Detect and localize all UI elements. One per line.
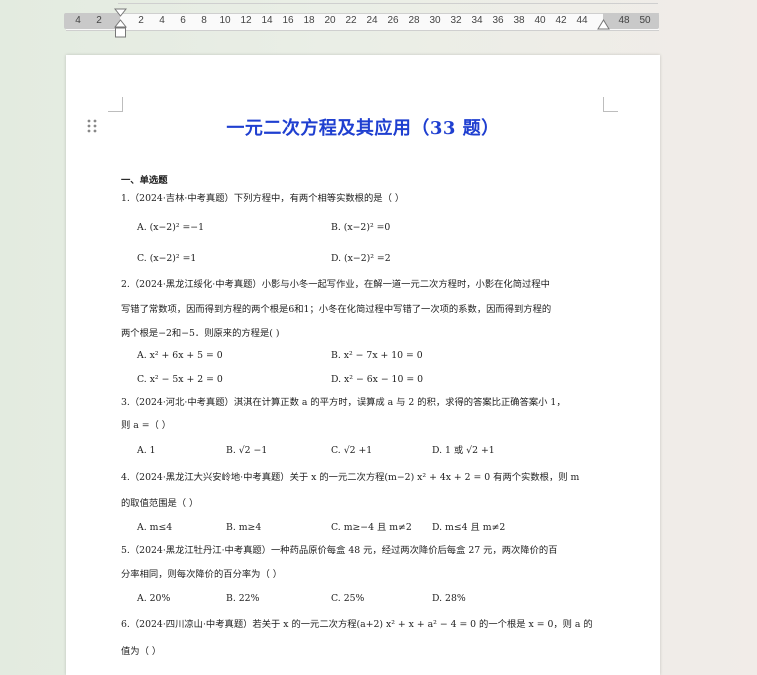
ruler-number: 8: [201, 15, 207, 26]
ruler-number: 14: [261, 15, 273, 26]
left-indent-marker[interactable]: [114, 8, 127, 40]
q5-option-a: A. 20%: [137, 593, 171, 604]
ruler-number: 4: [159, 15, 165, 26]
ruler-top-line: [118, 0, 658, 4]
section-heading: 一、单选题: [121, 175, 168, 186]
q1-option-d: D. (x−2)² =2: [331, 253, 391, 264]
right-indent-marker[interactable]: [597, 18, 610, 32]
q3-option-c: C. √2 +1: [331, 445, 373, 456]
ruler-number: 6: [180, 15, 186, 26]
q3-option-a: A. 1: [137, 445, 156, 456]
ruler-number: 22: [345, 15, 357, 26]
question-3-line-2: 则 a =（ ）: [121, 420, 172, 431]
ruler-number: 48: [618, 15, 630, 26]
q4-option-a: A. m≤4: [137, 522, 173, 533]
ruler-number: 20: [324, 15, 336, 26]
q5-option-c: C. 25%: [331, 593, 365, 604]
q4-option-d: D. m≤4 且 m≠2: [432, 522, 506, 533]
ruler-number: 24: [366, 15, 378, 26]
question-5-line-1: 5.（2024·黑龙江牡丹江·中考真题）一种药品原价每盒 48 元，经过两次降价…: [121, 545, 558, 556]
question-6-line-1: 6.（2024·四川凉山·中考真题）若关于 x 的一元二次方程(a+2) x² …: [121, 619, 593, 630]
q3-option-d: D. 1 或 √2 +1: [432, 445, 495, 456]
ruler-number: 50: [639, 15, 651, 26]
q1-option-a: A. (x−2)² =−1: [137, 222, 205, 233]
horizontal-ruler[interactable]: 4 2 2 4 6 8 10 12 14 16 18 20 22 24 26 2…: [0, 0, 757, 40]
question-5-line-2: 分率相同，则每次降价的百分率为（ ）: [121, 569, 283, 580]
q1-option-c: C. (x−2)² =1: [137, 253, 197, 264]
document-page[interactable]: 一元二次方程及其应用（33 题） 一、单选题 1.（2024·吉林·中考真题）下…: [66, 55, 660, 675]
document-title: 一元二次方程及其应用（33 题）: [226, 118, 500, 139]
q2-option-a: A. x² + 6x + 5 = 0: [137, 350, 223, 361]
question-2-line-1: 2.（2024·黑龙江绥化·中考真题）小影与小冬一起写作业，在解一道一元二次方程…: [121, 279, 550, 290]
ruler-number: 36: [492, 15, 504, 26]
q4-option-b: B. m≥4: [226, 522, 262, 533]
q3-option-b: B. √2 −1: [226, 445, 268, 456]
ruler-number: 16: [282, 15, 294, 26]
ruler-number: 2: [96, 15, 102, 26]
ruler-number: 38: [513, 15, 525, 26]
ruler-left-margin: [64, 13, 120, 29]
margin-corner-mark: [603, 97, 618, 112]
margin-corner-mark: [108, 97, 123, 112]
question-4-line-1: 4.（2024·黑龙江大兴安岭地·中考真题）关于 x 的一元二次方程(m−2) …: [121, 472, 580, 483]
ruler-number: 18: [303, 15, 315, 26]
ruler-number: 34: [471, 15, 483, 26]
question-3-line-1: 3.（2024·河北·中考真题）淇淇在计算正数 a 的平方时，误算成 a 与 2…: [121, 397, 566, 408]
ruler-number: 42: [555, 15, 567, 26]
ruler-number: 26: [387, 15, 399, 26]
ruler-number: 40: [534, 15, 546, 26]
q4-option-c: C. m≥−4 且 m≠2: [331, 522, 412, 533]
ruler-number: 30: [429, 15, 441, 26]
q2-option-b: B. x² − 7x + 10 = 0: [331, 350, 423, 361]
ruler-number: 2: [138, 15, 144, 26]
q5-option-d: D. 28%: [432, 593, 466, 604]
ruler-number: 4: [75, 15, 81, 26]
question-6-line-2: 值为（ ）: [121, 646, 162, 657]
ruler-number: 10: [219, 15, 231, 26]
question-1-stem: 1.（2024·吉林·中考真题）下列方程中，有两个相等实数根的是（ ）: [121, 193, 405, 204]
q2-option-c: C. x² − 5x + 2 = 0: [137, 374, 223, 385]
question-2-line-3: 两个根是−2和−5．则原来的方程是( ): [121, 328, 280, 339]
ruler-number: 12: [240, 15, 252, 26]
question-2-line-2: 写错了常数项，因而得到方程的两个根是6和1；小冬在化简过程中写错了一次项的系数，…: [121, 304, 552, 315]
question-4-line-2: 的取值范围是（ ）: [121, 498, 199, 509]
q1-option-b: B. (x−2)² =0: [331, 222, 391, 233]
q2-option-d: D. x² − 6x − 10 = 0: [331, 374, 424, 385]
ruler-right-margin: [603, 13, 659, 29]
ruler-number: 28: [408, 15, 420, 26]
ruler-number: 44: [576, 15, 588, 26]
q5-option-b: B. 22%: [226, 593, 260, 604]
ruler-number: 32: [450, 15, 462, 26]
ruler-strip: [66, 13, 659, 31]
